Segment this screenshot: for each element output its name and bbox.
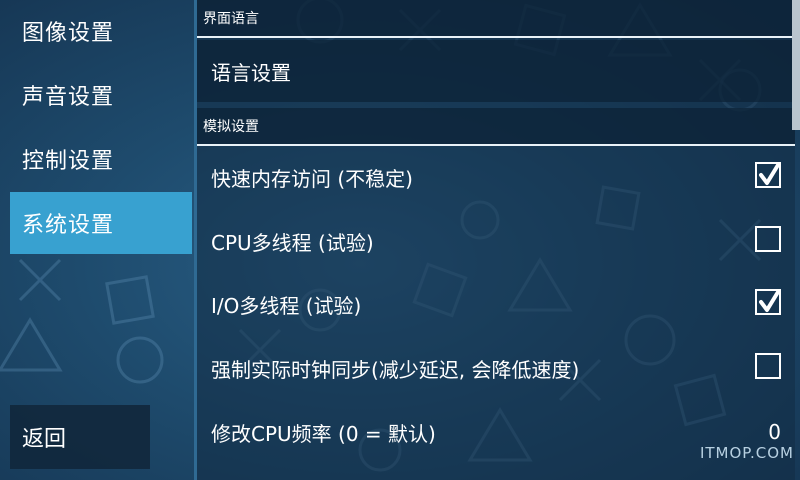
section-divider bbox=[197, 36, 795, 38]
setting-row-realtime-clock-sync[interactable]: 强制实际时钟同步(减少延迟, 会降低速度) bbox=[197, 337, 795, 399]
setting-row-cpu-multithread[interactable]: CPU多线程 (试验) bbox=[197, 210, 795, 272]
back-button-label: 返回 bbox=[22, 427, 67, 452]
sidebar-item-label: 系统设置 bbox=[22, 213, 115, 238]
sidebar-item-graphics[interactable]: 图像设置 bbox=[10, 0, 192, 62]
setting-label: 快速内存访问 (不稳定) bbox=[211, 166, 413, 191]
language-setting-row[interactable]: 语言设置 bbox=[197, 40, 795, 102]
cpu-multithread-checkbox[interactable] bbox=[755, 226, 781, 252]
back-button[interactable]: 返回 bbox=[10, 405, 150, 469]
checkmark-icon bbox=[759, 290, 780, 312]
sidebar-item-label: 声音设置 bbox=[22, 85, 115, 110]
settings-panel: 界面语言 语言设置 模拟设置 快速内存访问 (不稳定) CPU多线程 (试验) … bbox=[194, 0, 795, 480]
realtime-clock-sync-checkbox[interactable] bbox=[755, 353, 781, 379]
io-multithread-checkbox[interactable] bbox=[755, 289, 781, 315]
setting-label: CPU多线程 (试验) bbox=[211, 230, 374, 255]
settings-sidebar: 图像设置 声音设置 控制设置 系统设置 返回 bbox=[0, 0, 194, 480]
language-setting-label: 语言设置 bbox=[211, 60, 291, 85]
checkmark-icon bbox=[759, 163, 780, 185]
cpu-clock-value: 0 bbox=[768, 420, 781, 444]
sidebar-item-controls[interactable]: 控制设置 bbox=[10, 128, 192, 190]
section-header-ui-language: 界面语言 bbox=[197, 0, 795, 38]
sidebar-item-label: 控制设置 bbox=[22, 149, 115, 174]
sidebar-item-system[interactable]: 系统设置 bbox=[10, 192, 192, 254]
setting-label: 强制实际时钟同步(减少延迟, 会降低速度) bbox=[211, 357, 580, 382]
sidebar-item-label: 图像设置 bbox=[22, 21, 115, 46]
setting-row-io-multithread[interactable]: I/O多线程 (试验) bbox=[197, 273, 795, 335]
fast-memory-checkbox[interactable] bbox=[755, 162, 781, 188]
scrollbar[interactable] bbox=[792, 0, 800, 130]
section-header-label: 界面语言 bbox=[203, 11, 259, 27]
sidebar-item-audio[interactable]: 声音设置 bbox=[10, 64, 192, 126]
setting-row-fast-memory[interactable]: 快速内存访问 (不稳定) bbox=[197, 146, 795, 208]
setting-label: I/O多线程 (试验) bbox=[211, 293, 362, 318]
setting-label: 修改CPU频率 (0 = 默认) bbox=[211, 421, 436, 446]
section-header-emulation: 模拟设置 bbox=[197, 108, 795, 146]
watermark: ITMOP.COM bbox=[699, 444, 794, 462]
section-header-label: 模拟设置 bbox=[203, 119, 259, 135]
